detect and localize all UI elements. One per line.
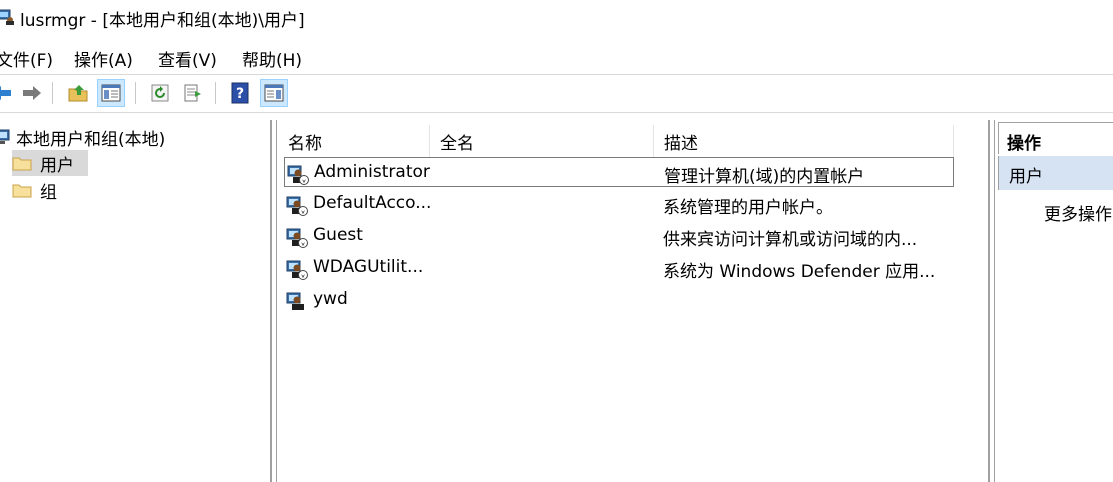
user-icon bbox=[286, 292, 304, 310]
user-description: 系统管理的用户帐户。 bbox=[663, 198, 833, 218]
back-button[interactable] bbox=[0, 79, 16, 107]
refresh-button[interactable] bbox=[146, 79, 174, 107]
export-list-button[interactable] bbox=[180, 79, 208, 107]
show-hide-tree-icon bbox=[101, 84, 121, 102]
user-description: 管理计算机(域)的内置帐户 bbox=[664, 167, 865, 187]
toolbar-separator bbox=[52, 82, 53, 104]
tree-item-label: 用户 bbox=[40, 155, 74, 176]
toolbar-divider bbox=[0, 112, 1113, 113]
export-list-icon bbox=[184, 84, 201, 102]
user-name: WDAGUtilit... bbox=[313, 257, 424, 277]
help-button[interactable]: ? bbox=[226, 79, 254, 107]
user-name: ywd bbox=[313, 289, 348, 309]
toolbar-separator bbox=[215, 82, 216, 104]
user-name: Administrator bbox=[314, 162, 430, 182]
user-name: DefaultAcco... bbox=[313, 193, 432, 213]
user-disabled-icon bbox=[287, 165, 309, 185]
menu-view[interactable]: 查看(V) bbox=[158, 46, 217, 71]
folder-icon bbox=[12, 157, 32, 171]
refresh-icon bbox=[151, 84, 169, 102]
tree-pane-border bbox=[270, 120, 272, 482]
menu-divider bbox=[0, 74, 1113, 75]
tree-item-label: 组 bbox=[40, 182, 57, 203]
user-description: 系统为 Windows Defender 应用... bbox=[663, 262, 936, 282]
tree-pane: 本地用户和组(本地) 用户 组 bbox=[0, 120, 270, 482]
table-row[interactable]: Administrator 管理计算机(域)的内置帐户 bbox=[284, 157, 954, 187]
tree-root-label: 本地用户和组(本地) bbox=[16, 129, 166, 150]
up-folder-icon bbox=[68, 85, 88, 102]
column-header-label: 名称 bbox=[288, 133, 322, 154]
action-pane-header: 操作 bbox=[998, 122, 1113, 154]
user-disabled-icon bbox=[286, 260, 308, 280]
forward-button[interactable] bbox=[18, 79, 46, 107]
tree-item-users[interactable]: 用户 bbox=[12, 150, 88, 176]
window-title: lusrmgr - [本地用户和组(本地)\用户] bbox=[20, 11, 305, 31]
table-row[interactable]: WDAGUtilit... 系统为 Windows Defender 应用... bbox=[284, 253, 954, 283]
table-row[interactable]: DefaultAcco... 系统管理的用户帐户。 bbox=[284, 189, 954, 219]
toolbar: ? bbox=[0, 76, 1113, 110]
computer-management-icon bbox=[0, 9, 14, 25]
tree-root[interactable]: 本地用户和组(本地) bbox=[0, 124, 165, 150]
user-disabled-icon bbox=[286, 196, 308, 216]
show-hide-action-pane-icon bbox=[264, 84, 284, 102]
show-hide-tree-button[interactable] bbox=[97, 79, 125, 107]
title-bar: lusrmgr - [本地用户和组(本地)\用户] bbox=[0, 0, 1113, 38]
computer-icon bbox=[0, 129, 10, 144]
help-icon: ? bbox=[231, 82, 249, 104]
show-hide-action-pane-button[interactable] bbox=[260, 79, 288, 107]
column-header-description[interactable]: 描述 bbox=[654, 125, 954, 157]
toolbar-separator bbox=[135, 82, 136, 104]
action-pane: 操作 用户 更多操作 bbox=[998, 122, 1113, 482]
menu-help[interactable]: 帮助(H) bbox=[242, 46, 302, 71]
column-header-label: 描述 bbox=[664, 133, 698, 154]
user-name: Guest bbox=[313, 225, 363, 245]
menu-action[interactable]: 操作(A) bbox=[74, 46, 133, 71]
list-pane-border-right bbox=[988, 120, 990, 482]
svg-text:?: ? bbox=[236, 86, 244, 102]
action-section-users[interactable]: 用户 bbox=[998, 156, 1113, 190]
user-description: 供来宾访问计算机或访问域的内... bbox=[663, 230, 918, 250]
table-row[interactable]: ywd bbox=[284, 285, 954, 315]
menu-bar: 文件(F) 操作(A) 查看(V) 帮助(H) bbox=[0, 42, 1113, 72]
back-icon bbox=[0, 86, 11, 100]
forward-icon bbox=[23, 86, 41, 100]
user-disabled-icon bbox=[286, 228, 308, 248]
user-list-pane: 名称 全名 描述 Administrator 管理计算机(域)的内置帐户 Def… bbox=[278, 120, 988, 482]
more-actions-item[interactable]: 更多操作 bbox=[1044, 200, 1112, 225]
tree-item-groups[interactable]: 组 bbox=[12, 177, 57, 203]
menu-file[interactable]: 文件(F) bbox=[0, 46, 53, 71]
column-header-label: 全名 bbox=[440, 133, 474, 154]
table-row[interactable]: Guest 供来宾访问计算机或访问域的内... bbox=[284, 221, 954, 251]
folder-icon bbox=[12, 184, 32, 198]
column-header-name[interactable]: 名称 bbox=[278, 125, 430, 157]
up-level-button[interactable] bbox=[64, 79, 92, 107]
action-pane-border bbox=[994, 120, 995, 482]
list-pane-border-left bbox=[276, 120, 277, 482]
column-header-fullname[interactable]: 全名 bbox=[430, 125, 654, 157]
